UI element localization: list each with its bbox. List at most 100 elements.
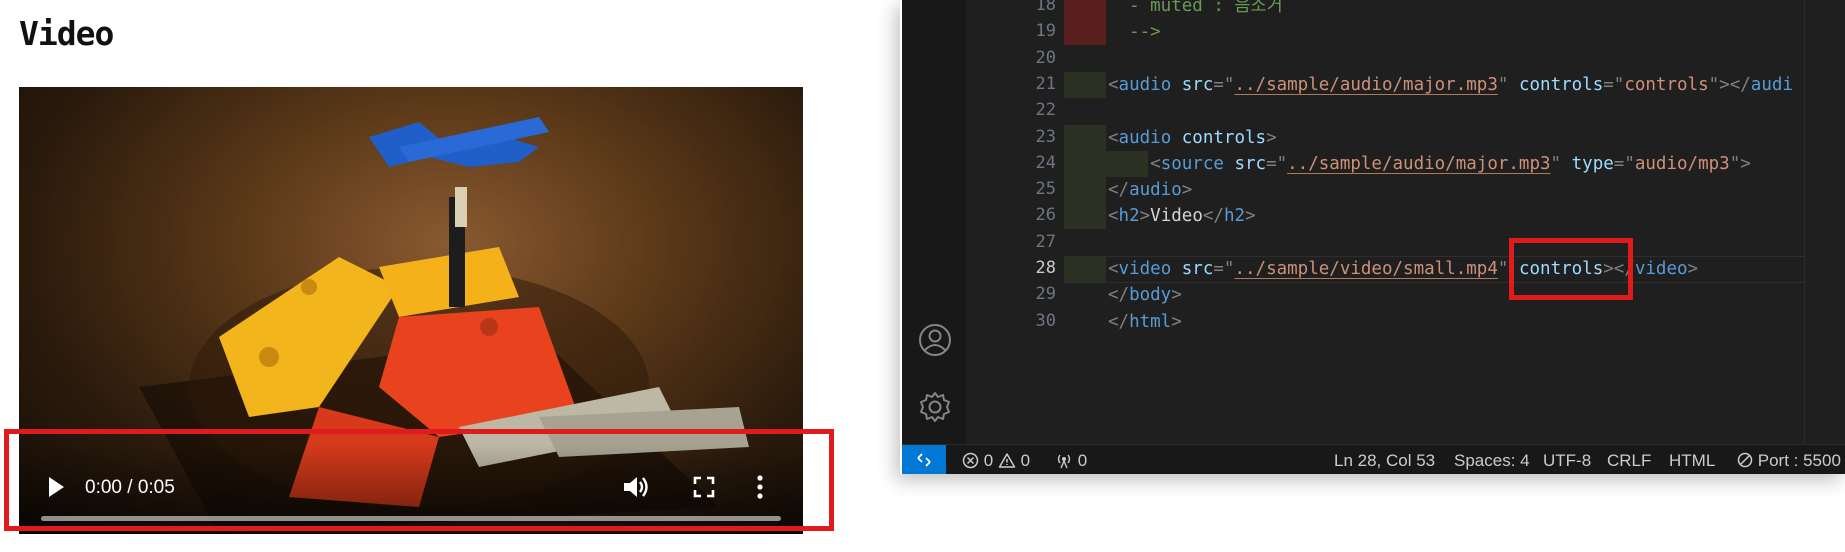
code-token: ="	[1213, 74, 1235, 95]
ports-count: 0	[1077, 451, 1088, 470]
code-editor[interactable]: - muted : 음소거 --> <audio src="../sample/a…	[1064, 0, 1845, 444]
code-line: <audio controls>	[1108, 125, 1277, 151]
code-token: ></	[1603, 259, 1635, 279]
seek-bar[interactable]	[41, 516, 781, 521]
code-token: controls	[1508, 74, 1604, 95]
gear-icon[interactable]	[918, 390, 952, 424]
code-token: html	[1129, 311, 1172, 332]
code-token: "	[1497, 259, 1509, 279]
code-token: ="	[1213, 259, 1235, 279]
ports-indicator[interactable]: 0	[1055, 450, 1087, 472]
code-token: ="	[1613, 153, 1635, 174]
code-token: video	[1634, 259, 1688, 279]
indent-guide	[1064, 0, 1106, 19]
code-token: audio	[1118, 74, 1172, 95]
port-label: Port : 5500	[1757, 451, 1841, 470]
line-number: 30	[1035, 310, 1056, 331]
indent-guide	[1064, 203, 1106, 230]
line-number: 29	[1035, 284, 1056, 305]
code-token: >	[1245, 206, 1256, 227]
remote-icon	[917, 453, 931, 467]
code-token: </	[1202, 206, 1224, 227]
code-token: controls	[1171, 127, 1267, 148]
code-token: -->	[1108, 22, 1161, 43]
code-token: type	[1561, 153, 1614, 174]
code-token: </	[1108, 180, 1130, 201]
code-token: </	[1108, 311, 1130, 332]
line-number: 18	[1035, 0, 1056, 15]
code-token: >	[1171, 311, 1182, 332]
volume-icon[interactable]	[622, 474, 650, 500]
code-token: <	[1108, 153, 1161, 174]
code-token: Video	[1150, 206, 1203, 227]
encoding-setting[interactable]: UTF-8	[1543, 450, 1591, 472]
play-icon[interactable]	[45, 474, 67, 500]
line-number: 24	[1035, 152, 1056, 173]
code-line: </html>	[1108, 309, 1182, 335]
code-token: <	[1108, 259, 1119, 279]
activity-bar	[902, 0, 966, 444]
code-token: - muted : 음소거	[1108, 0, 1283, 16]
code-token: src	[1223, 153, 1267, 174]
code-line: </body>	[1108, 282, 1182, 308]
code-token: audi	[1750, 74, 1793, 95]
fullscreen-icon[interactable]	[692, 475, 716, 499]
video-controls-bar: 0:00 / 0:05	[19, 444, 803, 534]
code-token: video	[1118, 259, 1172, 279]
language-mode[interactable]: HTML	[1669, 450, 1715, 472]
code-token: <	[1108, 74, 1119, 95]
line-number: 20	[1035, 47, 1056, 68]
indent-guide	[1064, 177, 1106, 204]
line-number-gutter: 18 19 20 21 22 23 24 25 26 27 28 29 30	[966, 0, 1056, 444]
line-number: 25	[1035, 179, 1056, 200]
time-display: 0:00 / 0:05	[85, 477, 175, 498]
status-bar: 0 0 0 Ln 28, Col 53 Spaces: 4 UTF-8 CRLF…	[902, 444, 1845, 474]
indent-guide	[1064, 19, 1106, 46]
warning-icon	[998, 453, 1016, 468]
code-token: ="	[1603, 74, 1625, 95]
code-token: src	[1171, 74, 1214, 95]
code-token: src	[1171, 259, 1214, 279]
code-token: <	[1108, 127, 1119, 148]
code-line: <source src="../sample/audio/major.mp3" …	[1108, 151, 1751, 177]
code-token: "	[1550, 153, 1562, 174]
minimap-scroll-area[interactable]	[1804, 0, 1845, 444]
indent-guide	[1064, 124, 1106, 151]
broadcast-icon	[1057, 454, 1071, 469]
line-number: 26	[1035, 205, 1056, 226]
warning-count: 0	[1020, 451, 1031, 470]
circle-slash-icon	[1737, 452, 1753, 468]
code-token: >	[1181, 180, 1193, 201]
account-icon[interactable]	[918, 323, 952, 357]
code-token: ../sample/audio/major.mp3	[1287, 153, 1551, 174]
code-token: >	[1266, 127, 1277, 148]
page-title: Video	[19, 14, 114, 53]
code-token: "	[1708, 74, 1720, 95]
code-token: audio	[1118, 127, 1172, 148]
video-player[interactable]: 0:00 / 0:05	[19, 87, 803, 534]
error-count: 0	[983, 451, 994, 470]
code-token: >	[1139, 206, 1151, 227]
remote-indicator-button[interactable]	[902, 445, 946, 474]
indent-guide	[1064, 71, 1106, 98]
problems-indicator[interactable]: 0 0	[962, 450, 1030, 472]
code-token: source	[1160, 153, 1224, 174]
code-token: ="	[1266, 153, 1288, 174]
live-server-port[interactable]: Port : 5500	[1737, 450, 1841, 472]
eol-setting[interactable]: CRLF	[1607, 450, 1651, 472]
code-token: >	[1171, 285, 1182, 306]
code-token: "	[1497, 74, 1509, 95]
more-vert-icon[interactable]	[755, 474, 765, 500]
code-token: h2	[1118, 206, 1140, 227]
code-token: ../sample/video/small.mp4	[1234, 259, 1498, 279]
error-icon	[962, 452, 979, 469]
code-token: controls	[1508, 259, 1604, 279]
indentation-setting[interactable]: Spaces: 4	[1454, 450, 1530, 472]
line-number: 23	[1035, 126, 1056, 147]
code-line: - muted : 음소거	[1108, 0, 1283, 19]
code-token: ></	[1719, 74, 1751, 95]
code-token: audio/mp3	[1634, 153, 1730, 174]
cursor-position[interactable]: Ln 28, Col 53	[1334, 450, 1435, 472]
code-token: <	[1108, 206, 1119, 227]
code-token: >	[1687, 259, 1699, 279]
